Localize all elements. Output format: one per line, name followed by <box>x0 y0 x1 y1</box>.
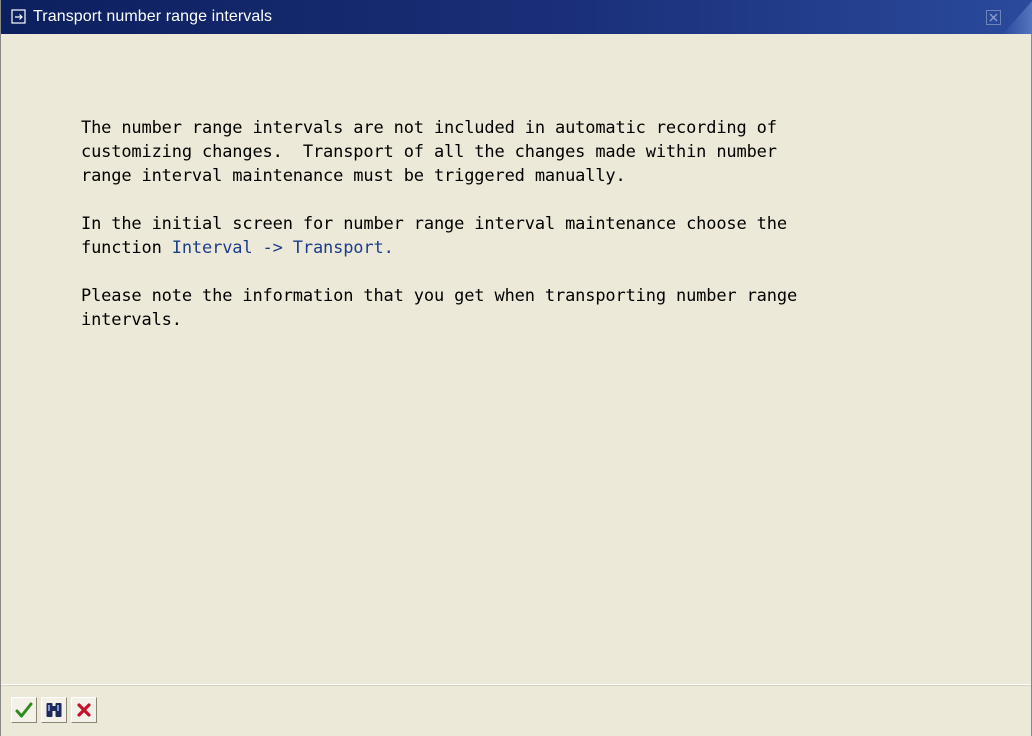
button-bar <box>1 684 1031 736</box>
window-title: Transport number range intervals <box>33 8 273 25</box>
title-bar-corner <box>1003 0 1032 34</box>
binoculars-icon <box>46 703 62 717</box>
transport-link[interactable]: Transport <box>293 238 384 258</box>
cancel-x-icon <box>77 703 91 717</box>
dialog-icon <box>11 9 27 25</box>
dialog-content: The number range intervals are not inclu… <box>1 34 1031 684</box>
close-icon[interactable] <box>986 10 1001 25</box>
message-paragraph-1: The number range intervals are not inclu… <box>81 118 777 186</box>
cancel-button[interactable] <box>71 697 97 723</box>
title-bar: Transport number range intervals <box>1 0 1032 34</box>
checkmark-icon <box>15 702 33 718</box>
message-text: The number range intervals are not inclu… <box>81 116 1011 356</box>
message-paragraph-3: Please note the information that you get… <box>81 286 798 330</box>
paragraph-2-period: . <box>383 238 394 258</box>
find-button[interactable] <box>41 697 67 723</box>
message-paragraph-2: In the initial screen for number range i… <box>81 212 1011 260</box>
interval-link[interactable]: Interval <box>172 238 253 258</box>
confirm-button[interactable] <box>11 697 37 723</box>
menu-path-arrow: -> <box>252 238 293 258</box>
dialog-window: Transport number range intervals The num… <box>0 0 1032 736</box>
